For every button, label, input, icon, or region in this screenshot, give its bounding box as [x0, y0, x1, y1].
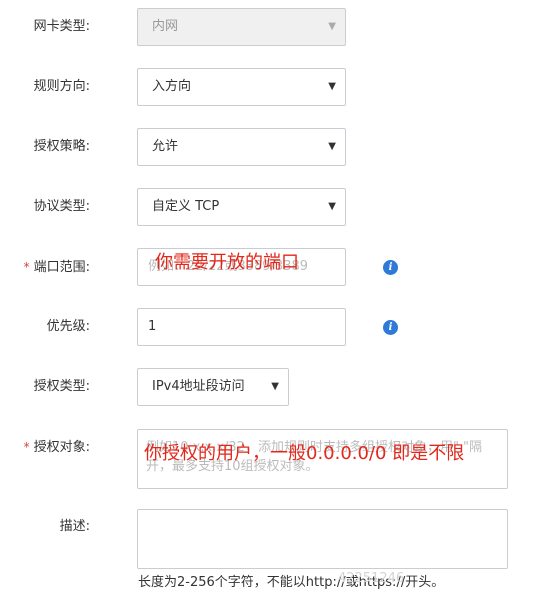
port-annotation: 你需要开放的端口 — [155, 252, 299, 273]
caret-down-icon: ▼ — [328, 201, 336, 212]
caret-down-icon: ▼ — [328, 81, 336, 92]
info-icon[interactable]: i — [383, 320, 398, 335]
object-annotation: 你授权的用户，一般0.0.0.0/0 即是不限 — [144, 443, 465, 464]
auth-type-label: 授权类型: — [33, 379, 90, 394]
auth-object-label: * 授权对象: — [24, 437, 90, 458]
port-range-label-text: 端口范围: — [33, 260, 90, 275]
policy-label: 授权策略: — [33, 139, 90, 154]
info-icon[interactable]: i — [383, 260, 398, 275]
priority-value: 1 — [148, 319, 157, 334]
auth-type-select[interactable]: IPv4地址段访问 ▼ — [137, 368, 289, 406]
auth-type-value: IPv4地址段访问 — [152, 379, 245, 394]
priority-input[interactable]: 1 — [137, 308, 346, 346]
direction-label: 规则方向: — [33, 79, 90, 94]
policy-value: 允许 — [152, 139, 179, 154]
protocol-label: 协议类型: — [33, 199, 90, 214]
nic-type-value: 内网 — [152, 19, 179, 34]
nic-type-select[interactable]: 内网 ▼ — [137, 8, 346, 46]
protocol-value: 自定义 TCP — [152, 199, 220, 214]
watermark: 42251246 — [338, 571, 405, 586]
description-label: 描述: — [59, 519, 90, 534]
nic-type-label: 网卡类型: — [33, 19, 90, 34]
policy-select[interactable]: 允许 ▼ — [137, 128, 346, 166]
caret-down-icon: ▼ — [271, 381, 279, 392]
required-mark: * — [23, 260, 30, 274]
protocol-select[interactable]: 自定义 TCP ▼ — [137, 188, 346, 226]
direction-select[interactable]: 入方向 ▼ — [137, 68, 346, 106]
caret-down-icon: ▼ — [328, 21, 336, 32]
auth-object-label-text: 授权对象: — [33, 440, 90, 455]
direction-value: 入方向 — [152, 79, 192, 94]
caret-down-icon: ▼ — [328, 141, 336, 152]
port-range-label: * 端口范围: — [24, 257, 90, 278]
description-textarea[interactable] — [137, 509, 508, 569]
priority-label: 优先级: — [46, 319, 90, 334]
required-mark: * — [23, 440, 30, 454]
